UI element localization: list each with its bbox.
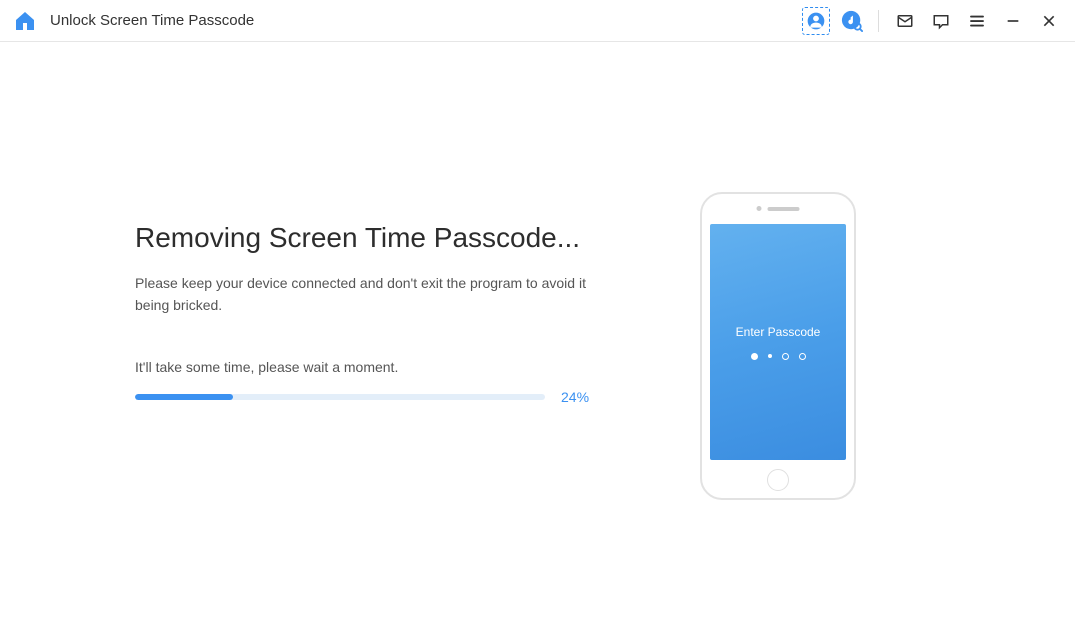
mail-icon[interactable] [891, 7, 919, 35]
header-right [802, 7, 1063, 35]
menu-icon[interactable] [963, 7, 991, 35]
music-search-icon[interactable] [838, 7, 866, 35]
close-icon[interactable] [1035, 7, 1063, 35]
main-content: Removing Screen Time Passcode... Please … [0, 42, 1075, 633]
phone-screen: Enter Passcode [710, 224, 846, 460]
main-description: Please keep your device connected and do… [135, 272, 605, 317]
phone-home-button-icon [767, 469, 789, 491]
phone-illustration: Enter Passcode [700, 192, 856, 500]
phone-screen-text: Enter Passcode [736, 325, 821, 339]
page-title: Unlock Screen Time Passcode [50, 12, 254, 29]
user-icon[interactable] [802, 7, 830, 35]
phone-camera-icon [757, 206, 762, 211]
phone-earpiece-icon [768, 207, 800, 211]
passcode-dot-icon [768, 354, 772, 358]
passcode-dot-icon [782, 353, 789, 360]
progress-row: 24% [135, 389, 700, 405]
minimize-icon[interactable] [999, 7, 1027, 35]
content-right: Enter Passcode [700, 42, 886, 500]
home-icon[interactable] [12, 8, 38, 34]
progress-bar [135, 394, 545, 400]
passcode-dot-icon [799, 353, 806, 360]
header-left: Unlock Screen Time Passcode [12, 8, 254, 34]
content-left: Removing Screen Time Passcode... Please … [60, 42, 700, 405]
passcode-dot-icon [751, 353, 758, 360]
header: Unlock Screen Time Passcode [0, 0, 1075, 42]
chat-icon[interactable] [927, 7, 955, 35]
wait-text: It'll take some time, please wait a mome… [135, 359, 700, 375]
phone-speaker [757, 206, 800, 211]
main-heading: Removing Screen Time Passcode... [135, 222, 700, 254]
passcode-dots [751, 353, 806, 360]
header-divider [878, 10, 879, 32]
progress-fill [135, 394, 233, 400]
progress-percent: 24% [561, 389, 589, 405]
